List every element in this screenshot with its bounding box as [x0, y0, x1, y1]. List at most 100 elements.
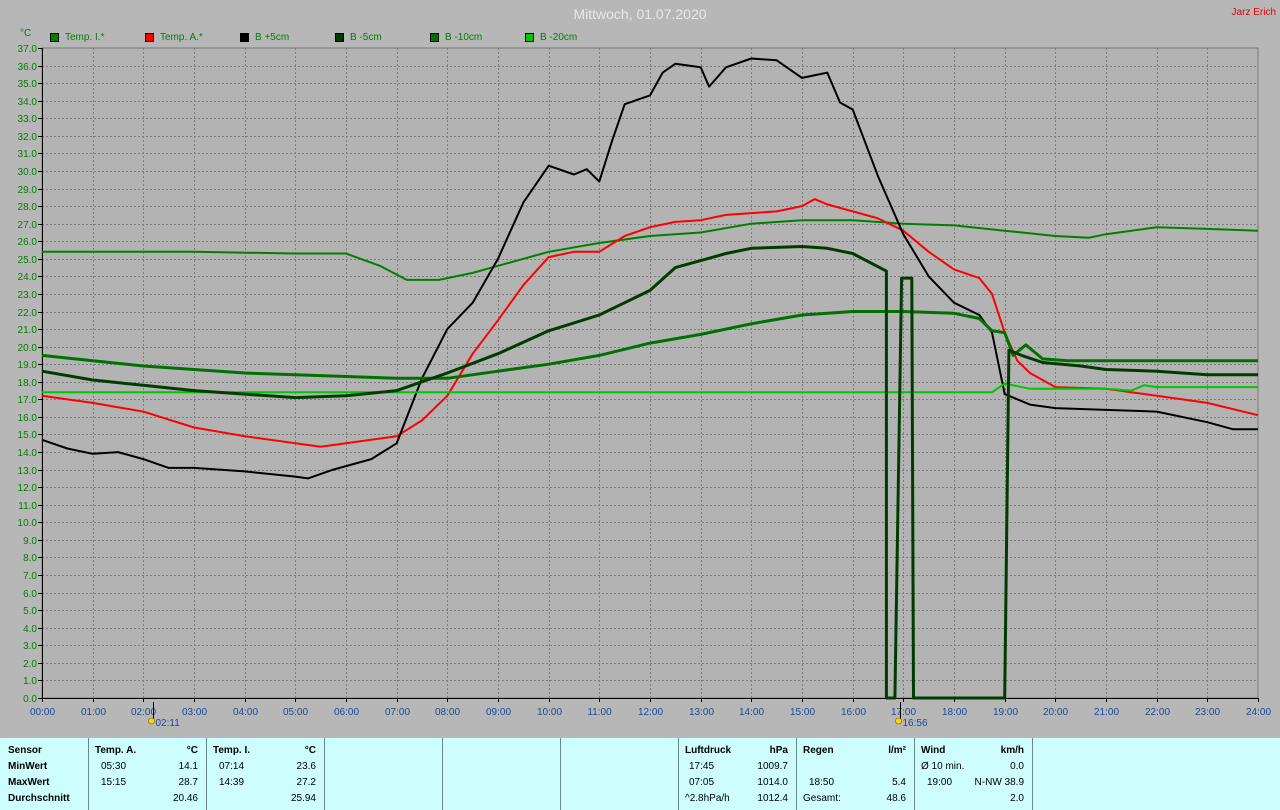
temp-i-header: Temp. I.	[213, 745, 251, 756]
sensor-header: Sensor	[8, 745, 42, 756]
y-tick-label: 34.0	[18, 97, 38, 108]
min-row-label: MinWert	[8, 761, 48, 772]
x-tick-label: 04:00	[233, 707, 258, 718]
x-tick-label: 22:00	[1145, 707, 1170, 718]
temp-i-max-value: 27.2	[296, 777, 316, 788]
temp-a-max-time: 15:15	[101, 777, 127, 788]
y-tick-label: 12.0	[18, 483, 38, 494]
temp-a-min-time: 05:30	[101, 761, 127, 772]
wind-column: Wind km/h Ø 10 min. 0.0 19:00 N-NW 38.9 …	[915, 738, 1033, 810]
y-tick-label: 15.0	[18, 430, 38, 441]
sun-marker-label: 02:11	[156, 718, 181, 729]
x-tick-label: 12:00	[638, 707, 663, 718]
y-tick-label: 32.0	[18, 132, 38, 143]
y-tick-label: 20.0	[18, 343, 38, 354]
rain-unit: l/m²	[888, 745, 906, 756]
legend-item: B -5cm	[335, 32, 382, 43]
x-tick-label: 13:00	[689, 707, 714, 718]
legend-swatch	[145, 33, 154, 42]
pressure-trend-label: ^2.8hPa/h	[685, 793, 730, 804]
y-tick-label: 37.0	[18, 44, 38, 55]
rain-column: Regen l/m² 18:50 5.4 Gesamt: 48.6	[797, 738, 915, 810]
chart-title: Mittwoch, 01.07.2020	[573, 6, 707, 22]
x-tick-label: 02:00	[131, 707, 156, 718]
x-tick-label: 21:00	[1094, 707, 1119, 718]
temp-i-min-time: 07:14	[219, 761, 245, 772]
pressure-trend-value: 1012.4	[757, 793, 788, 804]
y-tick-label: 7.0	[23, 571, 37, 582]
y-tick-label: 2.0	[23, 659, 37, 670]
y-tick-label: 24.0	[18, 272, 38, 283]
y-tick-label: 29.0	[18, 185, 38, 196]
temp-a-column: Temp. A. °C 05:30 14.1 15:15 28.7 20.46	[89, 738, 207, 810]
temp-i-unit: °C	[304, 745, 316, 756]
pressure-max-value: 1014.0	[757, 777, 788, 788]
temperature-chart: 0.0 1.0 2.0 3.0 4.0 5.0 6.0 7.0 8.0 9.0 10.0 11.0 12…	[18, 44, 1272, 729]
sun-marker-label: 16:56	[903, 718, 928, 729]
sun-icon	[148, 717, 155, 725]
legend-swatch	[525, 33, 534, 42]
y-tick-label: 21.0	[18, 325, 38, 336]
sun-icon	[895, 717, 902, 725]
x-tick-label: 03:00	[182, 707, 207, 718]
temp-i-average: 25.94	[290, 793, 316, 804]
legend-label: Temp. A.*	[160, 32, 203, 43]
avg-row-label: Durchschnitt	[8, 793, 70, 804]
x-tick-label: 10:00	[537, 707, 562, 718]
max-row-label: MaxWert	[8, 777, 50, 788]
y-tick-label: 25.0	[18, 255, 38, 266]
x-tick-label: 01:00	[81, 707, 106, 718]
y-tick-label: 17.0	[18, 395, 38, 406]
y-tick-label: 19.0	[18, 360, 38, 371]
rain-value: 5.4	[892, 777, 906, 788]
y-tick-label: 14.0	[18, 448, 38, 459]
pressure-unit: hPa	[769, 745, 788, 756]
statistics-panel: Sensor MinWert MaxWert Durchschnitt Temp…	[0, 738, 1280, 810]
y-tick-label: 3.0	[23, 641, 37, 652]
legend-swatch	[240, 33, 249, 42]
legend-label: B -5cm	[350, 32, 382, 43]
pressure-max-time: 07:05	[689, 777, 715, 788]
y-tick-label: 26.0	[18, 237, 38, 248]
empty-column	[325, 738, 443, 810]
legend-item: Temp. I.*	[50, 32, 104, 43]
legend-label: B +5cm	[255, 32, 290, 43]
y-tick-label: 11.0	[18, 501, 37, 512]
wind-gust-value: N-NW 38.9	[974, 777, 1024, 788]
x-tick-label: 00:00	[30, 707, 55, 718]
rain-total-label: Gesamt:	[803, 793, 841, 804]
temp-a-unit: °C	[186, 745, 198, 756]
pressure-column: Luftdruck hPa 17:45 1009.7 07:05 1014.0 …	[679, 738, 797, 810]
legend-label: B -20cm	[540, 32, 578, 43]
y-tick-label: 8.0	[23, 553, 37, 564]
y-tick-label: 35.0	[18, 79, 38, 90]
x-tick-label: 16:00	[841, 707, 866, 718]
x-tick-label: 08:00	[435, 707, 460, 718]
legend-label: B -10cm	[445, 32, 483, 43]
rain-header: Regen	[803, 745, 834, 756]
y-tick-label: 28.0	[18, 202, 38, 213]
pressure-min-value: 1009.7	[757, 761, 788, 772]
y-tick-label: 36.0	[18, 62, 38, 73]
y-tick-label: 23.0	[18, 290, 38, 301]
x-tick-label: 18:00	[942, 707, 967, 718]
legend: Temp. I.* Temp. A.* B +5cm B -5cm B -10c…	[0, 32, 1280, 44]
temp-a-average: 20.46	[172, 793, 198, 804]
x-tick-label: 15:00	[790, 707, 815, 718]
wind-gust-time: 19:00	[927, 777, 953, 788]
author-label: Jarz Erich	[1231, 7, 1276, 18]
legend-item: Temp. A.*	[145, 32, 203, 43]
wind-third-value: 2.0	[1010, 793, 1024, 804]
temp-a-max-value: 28.7	[178, 777, 198, 788]
y-tick-label: 1.0	[23, 676, 37, 687]
pressure-min-time: 17:45	[689, 761, 715, 772]
legend-swatch	[335, 33, 344, 42]
wind-unit: km/h	[1000, 745, 1024, 756]
wind-avg-label: Ø 10 min.	[921, 761, 965, 772]
x-tick-label: 24:00	[1246, 707, 1271, 718]
legend-label: Temp. I.*	[65, 32, 105, 43]
y-tick-label: 16.0	[18, 413, 38, 424]
pressure-header: Luftdruck	[685, 745, 732, 756]
legend-item: B +5cm	[240, 32, 289, 43]
legend-swatch	[430, 33, 439, 42]
